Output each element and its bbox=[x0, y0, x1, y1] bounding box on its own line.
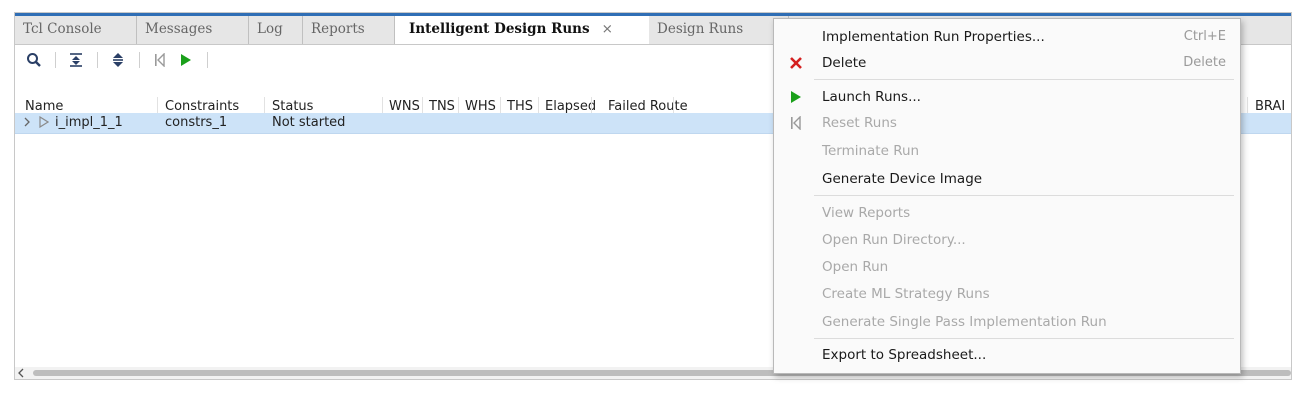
menu-item-generate-single-pass-run[interactable]: Generate Single Pass Implementation Run bbox=[774, 309, 1240, 335]
menu-separator bbox=[814, 79, 1234, 80]
launch-runs-icon[interactable] bbox=[175, 49, 197, 71]
search-icon[interactable] bbox=[23, 49, 45, 71]
tab-reports[interactable]: Reports bbox=[303, 16, 395, 44]
reset-runs-icon bbox=[786, 110, 806, 138]
tab-design-runs[interactable]: Design Runs bbox=[649, 16, 789, 44]
menu-item-label: Reset Runs bbox=[822, 115, 897, 131]
menu-item-label: Open Run Directory... bbox=[822, 232, 966, 248]
menu-item-label: Delete bbox=[822, 55, 867, 71]
menu-item-label: Terminate Run bbox=[822, 143, 920, 159]
menu-item-label: Open Run bbox=[822, 259, 889, 275]
delete-icon bbox=[786, 50, 806, 78]
launch-runs-icon bbox=[786, 84, 806, 112]
menu-item-label: View Reports bbox=[822, 205, 911, 221]
toolbar-separator bbox=[207, 52, 208, 68]
tab-label: Tcl Console bbox=[23, 21, 102, 37]
tab-label: Messages bbox=[145, 21, 213, 37]
menu-item-label: Implementation Run Properties... bbox=[822, 29, 1045, 45]
tab-label: Log bbox=[257, 21, 283, 37]
run-status-icon bbox=[39, 113, 50, 133]
tab-label: Reports bbox=[311, 21, 365, 37]
menu-item-delete[interactable]: Delete Delete bbox=[774, 50, 1240, 76]
menu-item-label: Generate Device Image bbox=[822, 171, 983, 187]
menu-item-view-reports[interactable]: View Reports bbox=[774, 200, 1240, 226]
toolbar-separator bbox=[55, 52, 56, 68]
expand-all-icon[interactable] bbox=[107, 49, 129, 71]
menu-shortcut: Delete bbox=[1183, 55, 1226, 70]
menu-item-open-run-directory[interactable]: Open Run Directory... bbox=[774, 227, 1240, 253]
expand-chevron-icon[interactable] bbox=[23, 113, 31, 133]
menu-item-create-ml-strategy-runs[interactable]: Create ML Strategy Runs bbox=[774, 281, 1240, 307]
menu-item-reset-runs[interactable]: Reset Runs bbox=[774, 110, 1240, 136]
toolbar-separator bbox=[97, 52, 98, 68]
tab-tcl-console[interactable]: Tcl Console bbox=[15, 16, 137, 44]
collapse-all-icon[interactable] bbox=[65, 49, 87, 71]
toolbar-separator bbox=[139, 52, 140, 68]
menu-item-label: Generate Single Pass Implementation Run bbox=[822, 314, 1107, 330]
menu-item-launch-runs[interactable]: Launch Runs... bbox=[774, 84, 1240, 110]
run-constraints: constrs_1 bbox=[165, 115, 228, 130]
reset-runs-icon[interactable] bbox=[149, 49, 171, 71]
menu-item-label: Create ML Strategy Runs bbox=[822, 286, 990, 302]
run-name: i_impl_1_1 bbox=[55, 115, 123, 130]
menu-item-generate-device-image[interactable]: Generate Device Image bbox=[774, 166, 1240, 192]
scroll-left-icon[interactable] bbox=[18, 364, 24, 379]
menu-item-open-run[interactable]: Open Run bbox=[774, 254, 1240, 280]
run-status: Not started bbox=[272, 115, 346, 130]
menu-shortcut: Ctrl+E bbox=[1183, 29, 1226, 44]
menu-separator bbox=[814, 338, 1234, 339]
close-icon[interactable]: × bbox=[602, 21, 613, 37]
menu-item-export-to-spreadsheet[interactable]: Export to Spreadsheet... bbox=[774, 342, 1240, 368]
menu-separator bbox=[814, 195, 1234, 196]
menu-item-label: Export to Spreadsheet... bbox=[822, 347, 987, 363]
tab-intelligent-design-runs[interactable]: Intelligent Design Runs × bbox=[395, 16, 649, 44]
menu-item-terminate-run[interactable]: Terminate Run bbox=[774, 138, 1240, 164]
tab-log[interactable]: Log bbox=[249, 16, 303, 44]
menu-item-run-properties[interactable]: Implementation Run Properties... Ctrl+E bbox=[774, 24, 1240, 50]
tab-messages[interactable]: Messages bbox=[137, 16, 249, 44]
tab-label: Design Runs bbox=[657, 21, 744, 37]
context-menu: Implementation Run Properties... Ctrl+E … bbox=[773, 18, 1241, 374]
menu-item-label: Launch Runs... bbox=[822, 89, 921, 105]
tab-label: Intelligent Design Runs bbox=[409, 21, 590, 37]
